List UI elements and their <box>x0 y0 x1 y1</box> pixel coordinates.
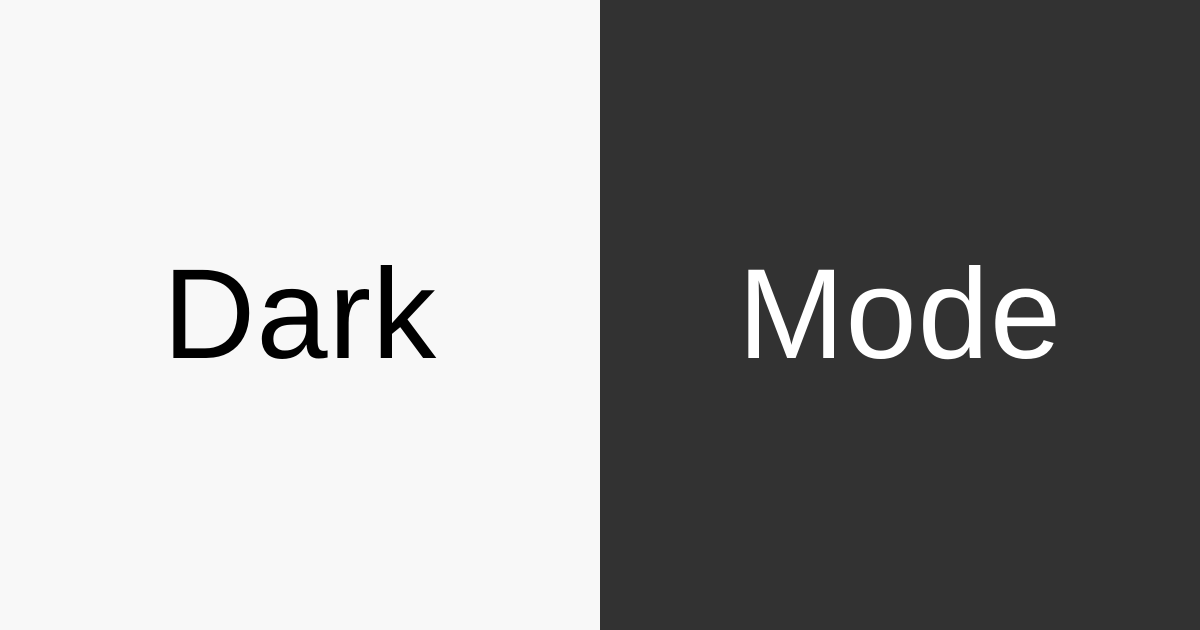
dark-word: Dark <box>162 243 438 386</box>
mode-word: Mode <box>737 243 1063 386</box>
dark-panel: Mode <box>600 0 1200 630</box>
dark-mode-banner: Dark Mode <box>0 0 1200 630</box>
light-panel: Dark <box>0 0 600 630</box>
